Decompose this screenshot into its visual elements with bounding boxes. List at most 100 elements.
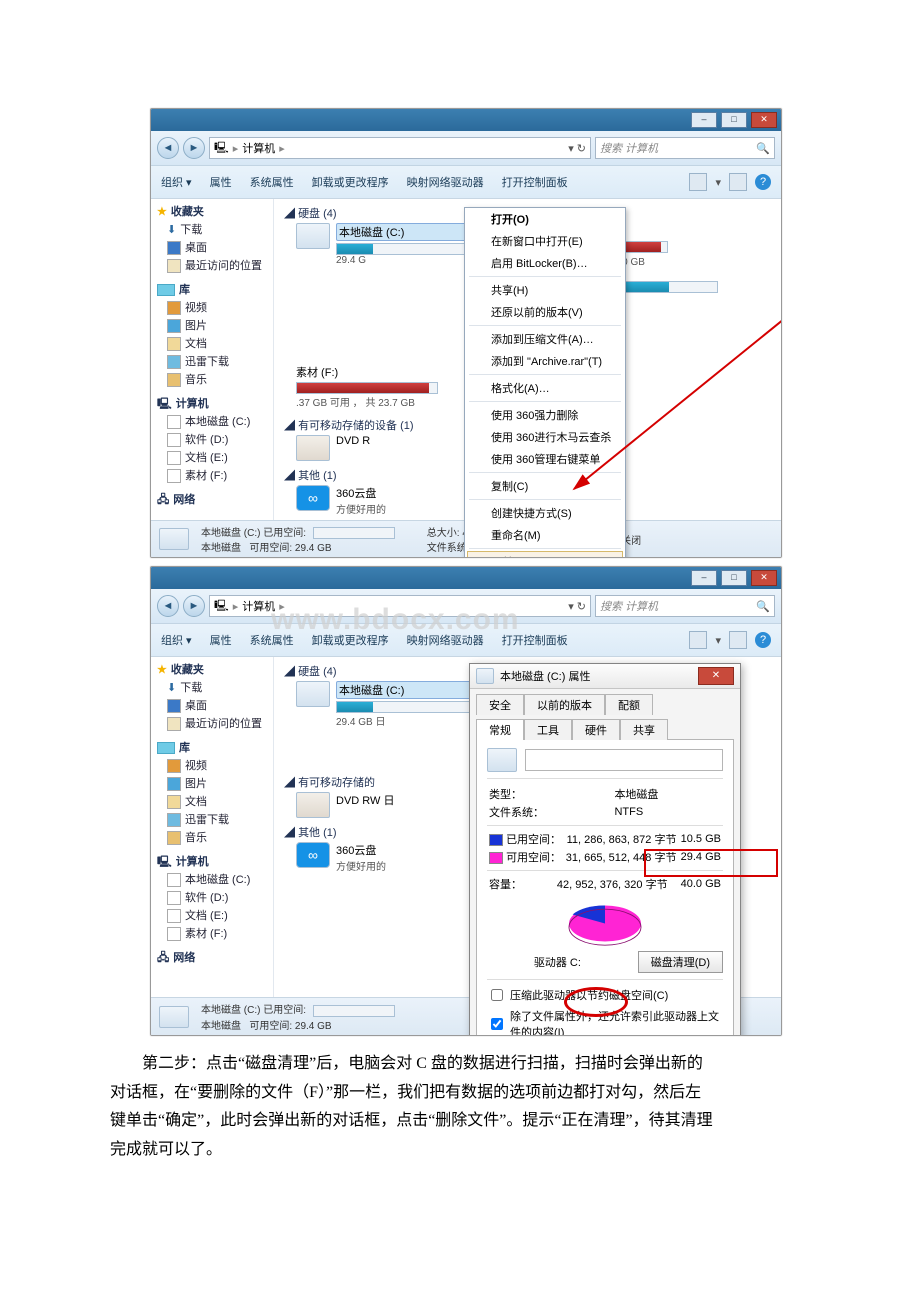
properties-button[interactable]: 属性 (210, 632, 232, 648)
nav-videos[interactable]: 视频 (185, 757, 207, 775)
ctx-shortcut[interactable]: 创建快捷方式(S) (465, 502, 625, 524)
nav-xunlei[interactable]: 迅雷下载 (185, 353, 229, 371)
breadcrumb[interactable]: 🖳 ▸ 计算机 ▸ ▾ ↻ (209, 595, 591, 617)
nav-drive-d[interactable]: 软件 (D:) (185, 889, 228, 907)
disk-cleanup-button[interactable]: 磁盘清理(D) (638, 951, 723, 973)
ctx-copy[interactable]: 复制(C) (465, 475, 625, 497)
organize-menu[interactable]: 组织 ▾ (161, 174, 192, 190)
tab-sharing[interactable]: 共享 (620, 719, 668, 740)
map-drive-button[interactable]: 映射网络驱动器 (407, 632, 484, 648)
nav-forward-button[interactable]: ► (183, 595, 205, 617)
group-hdd[interactable]: 硬盘 (4) (298, 666, 337, 678)
close-button[interactable]: ✕ (751, 112, 777, 128)
drive-cloud[interactable]: ∞ 360云盘 方便好用的 (296, 485, 486, 516)
nav-pictures[interactable]: 图片 (185, 317, 207, 335)
nav-network[interactable]: 网络 (173, 491, 195, 509)
uninstall-programs-button[interactable]: 卸载或更改程序 (312, 174, 389, 190)
nav-drive-c[interactable]: 本地磁盘 (C:) (185, 413, 250, 431)
nav-music[interactable]: 音乐 (185, 829, 207, 847)
nav-favorites[interactable]: 收藏夹 (171, 203, 204, 221)
drive-f[interactable]: 素材 (F:) .37 GB 可用 ， 共 23.7 GB (296, 364, 486, 409)
ctx-format[interactable]: 格式化(A)… (465, 377, 625, 399)
system-properties-button[interactable]: 系统属性 (250, 174, 294, 190)
search-input[interactable]: 搜索 计算机 🔍 (595, 595, 775, 617)
ctx-rename[interactable]: 重命名(M) (465, 524, 625, 546)
group-other[interactable]: 其他 (1) (298, 827, 337, 839)
nav-drive-e[interactable]: 文档 (E:) (185, 449, 228, 467)
help-icon[interactable]: ? (755, 632, 771, 648)
nav-network[interactable]: 网络 (173, 949, 195, 967)
ctx-restore-versions[interactable]: 还原以前的版本(V) (465, 301, 625, 323)
tab-general[interactable]: 常规 (476, 719, 524, 740)
control-panel-button[interactable]: 打开控制面板 (502, 174, 568, 190)
nav-xunlei[interactable]: 迅雷下载 (185, 811, 229, 829)
tab-security[interactable]: 安全 (476, 694, 524, 715)
nav-back-button[interactable]: ◄ (157, 137, 179, 159)
volume-label-input[interactable] (525, 749, 723, 771)
nav-drive-f[interactable]: 素材 (F:) (185, 925, 227, 943)
drive-c[interactable]: 本地磁盘 (C:) 29.4 GB 日 (296, 681, 486, 766)
ctx-share[interactable]: 共享(H) (465, 279, 625, 301)
ctx-360-delete[interactable]: 使用 360强力删除 (465, 404, 625, 426)
ctx-360-scan[interactable]: 使用 360进行木马云查杀 (465, 426, 625, 448)
group-removable[interactable]: 有可移动存储的设备 (1) (298, 420, 414, 432)
ctx-properties[interactable]: 属性(R) (467, 551, 623, 558)
group-hdd[interactable]: 硬盘 (4) (298, 208, 337, 220)
organize-menu[interactable]: 组织 ▾ (161, 632, 192, 648)
nav-libraries[interactable]: 库 (179, 281, 190, 299)
nav-drive-c[interactable]: 本地磁盘 (C:) (185, 871, 250, 889)
nav-drive-e[interactable]: 文档 (E:) (185, 907, 228, 925)
nav-drive-d[interactable]: 软件 (D:) (185, 431, 228, 449)
ctx-add-archive[interactable]: 添加到压缩文件(A)… (465, 328, 625, 350)
tab-tools[interactable]: 工具 (524, 719, 572, 740)
breadcrumb[interactable]: 🖳 ▸ 计算机 ▸ ▾ ↻ (209, 137, 591, 159)
nav-recent[interactable]: 最近访问的位置 (185, 715, 262, 733)
drive-dvd[interactable]: DVD R (296, 435, 486, 461)
tab-quota[interactable]: 配额 (605, 694, 653, 715)
ctx-360-menu[interactable]: 使用 360管理右键菜单 (465, 448, 625, 470)
ctx-open-new-window[interactable]: 在新窗口中打开(E) (465, 230, 625, 252)
control-panel-button[interactable]: 打开控制面板 (502, 632, 568, 648)
view-options-button[interactable] (689, 631, 707, 649)
group-removable[interactable]: 有可移动存储的 (298, 777, 375, 789)
nav-docs[interactable]: 文档 (185, 793, 207, 811)
group-other[interactable]: 其他 (1) (298, 470, 337, 482)
help-icon[interactable]: ? (755, 174, 771, 190)
view-options-button[interactable] (689, 173, 707, 191)
search-input[interactable]: 搜索 计算机 🔍 (595, 137, 775, 159)
nav-desktop[interactable]: 桌面 (185, 697, 207, 715)
close-button[interactable]: ✕ (751, 570, 777, 586)
dialog-close-button[interactable]: ✕ (698, 667, 734, 685)
compress-checkbox[interactable]: 压缩此驱动器以节约磁盘空间(C) (487, 986, 723, 1004)
drive-cloud[interactable]: ∞ 360云盘 方便好用的 (296, 842, 486, 873)
nav-favorites[interactable]: 收藏夹 (171, 661, 204, 679)
tab-hardware[interactable]: 硬件 (572, 719, 620, 740)
uninstall-programs-button[interactable]: 卸载或更改程序 (312, 632, 389, 648)
maximize-button[interactable]: □ (721, 570, 747, 586)
maximize-button[interactable]: □ (721, 112, 747, 128)
nav-back-button[interactable]: ◄ (157, 595, 179, 617)
nav-computer[interactable]: 计算机 (176, 395, 209, 413)
nav-downloads[interactable]: 下载 (180, 679, 202, 697)
tab-previous-versions[interactable]: 以前的版本 (524, 694, 605, 715)
drive-c[interactable]: 本地磁盘 (C:) 29.4 G (296, 223, 486, 304)
ctx-open[interactable]: 打开(O) (465, 208, 625, 230)
index-checkbox[interactable]: 除了文件属性外，还允许索引此驱动器上文件的内容(I) (487, 1008, 723, 1035)
minimize-button[interactable]: – (691, 112, 717, 128)
drive-dvd[interactable]: DVD RW 日 (296, 792, 486, 818)
system-properties-button[interactable]: 系统属性 (250, 632, 294, 648)
nav-libraries[interactable]: 库 (179, 739, 190, 757)
nav-desktop[interactable]: 桌面 (185, 239, 207, 257)
ctx-bitlocker[interactable]: 启用 BitLocker(B)… (465, 252, 625, 274)
map-drive-button[interactable]: 映射网络驱动器 (407, 174, 484, 190)
nav-drive-f[interactable]: 素材 (F:) (185, 467, 227, 485)
nav-downloads[interactable]: 下载 (180, 221, 202, 239)
preview-pane-button[interactable] (729, 631, 747, 649)
preview-pane-button[interactable] (729, 173, 747, 191)
minimize-button[interactable]: – (691, 570, 717, 586)
nav-computer[interactable]: 计算机 (176, 853, 209, 871)
nav-pictures[interactable]: 图片 (185, 775, 207, 793)
nav-recent[interactable]: 最近访问的位置 (185, 257, 262, 275)
nav-forward-button[interactable]: ► (183, 137, 205, 159)
nav-music[interactable]: 音乐 (185, 371, 207, 389)
